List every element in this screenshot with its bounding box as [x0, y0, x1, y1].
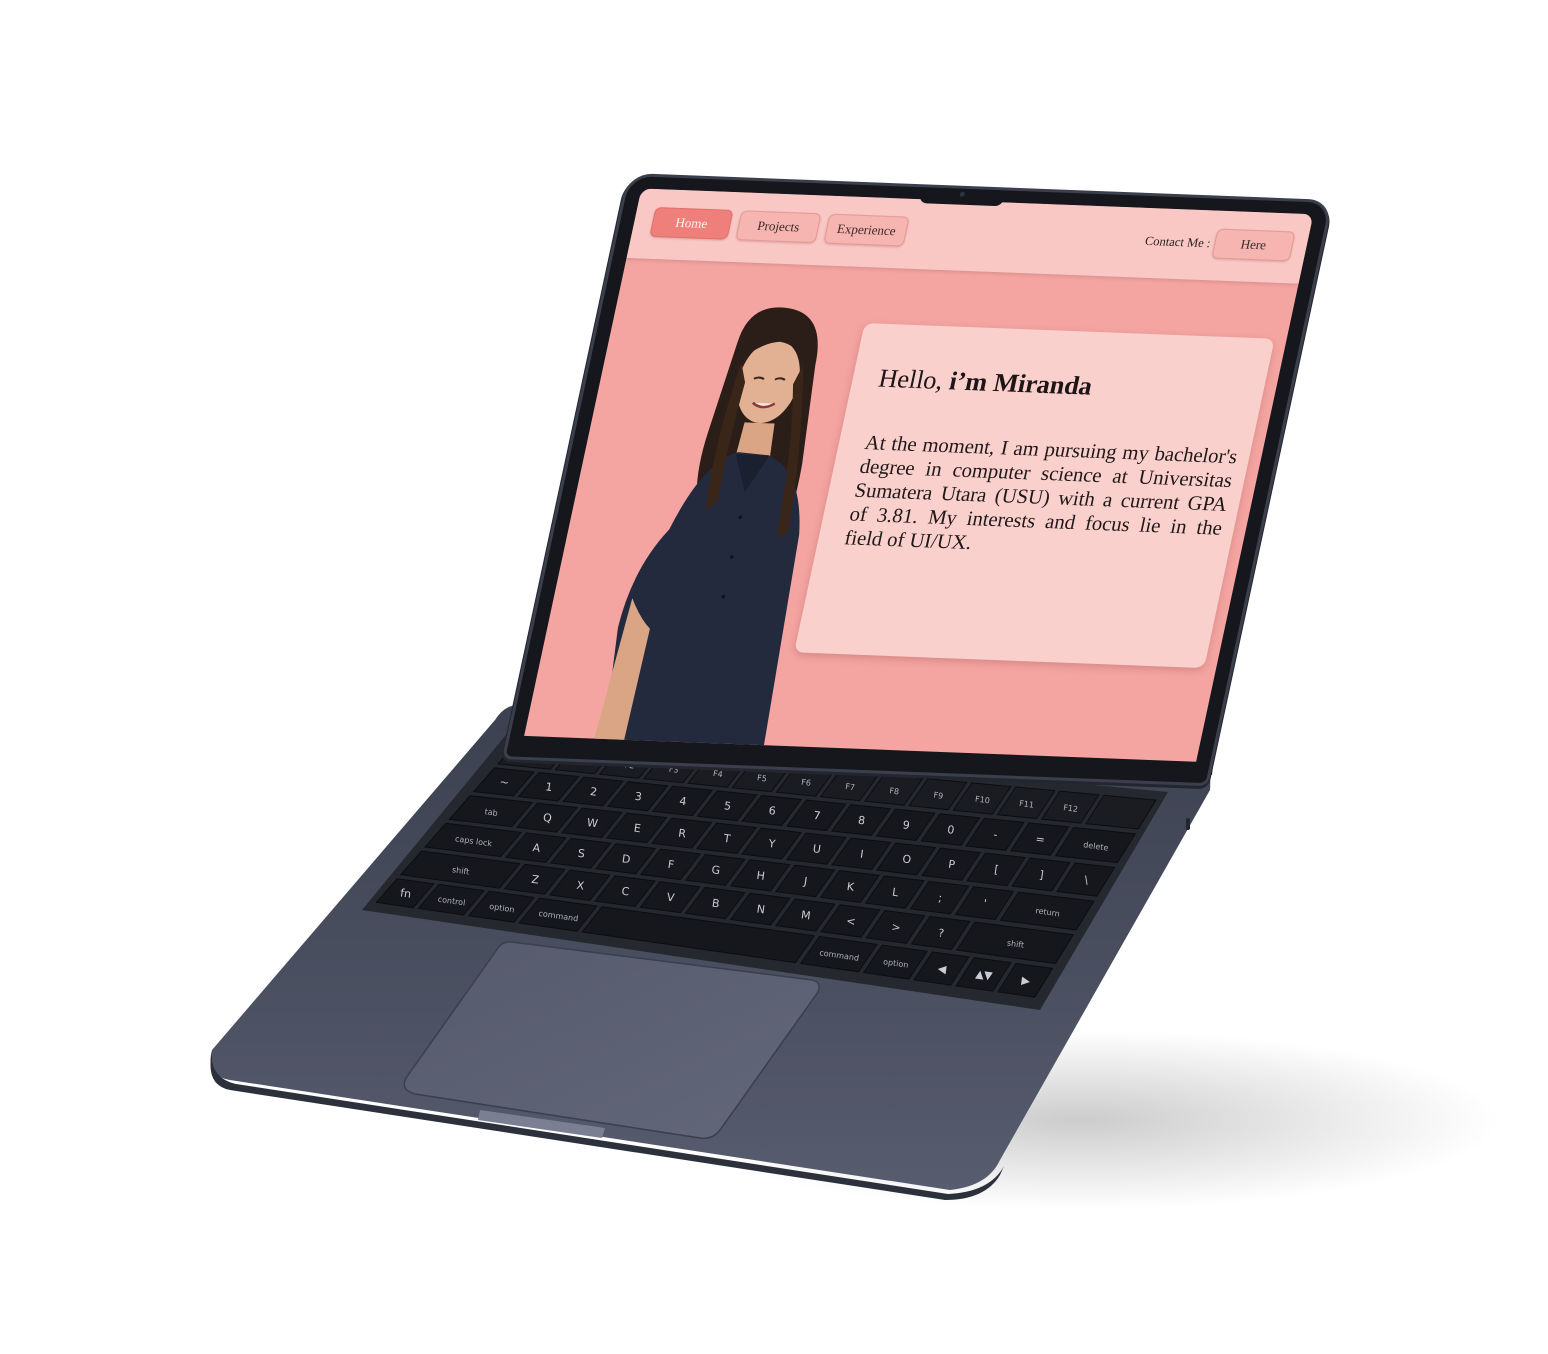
keyboard-key-label: F3 — [668, 765, 679, 775]
keyboard-key-label: ▲▼ — [975, 967, 994, 982]
keyboard-key-label: F8 — [889, 786, 900, 796]
keyboard-key-label: F7 — [845, 782, 856, 792]
screen-bezel: Home Projects Experience Contact Me : He… — [505, 176, 1330, 784]
keyboard-key-label: F4 — [712, 769, 723, 779]
intro-paragraph: At the moment, I am pursuing my bachelor… — [842, 432, 1240, 555]
side-port — [1186, 818, 1190, 830]
keyboard-key-label: > — [891, 920, 902, 934]
nav-projects-button[interactable]: Projects — [735, 210, 822, 244]
keyboard-key-label: < — [846, 914, 857, 928]
intro-hello-prefix: Hello, — [876, 363, 953, 396]
camera-icon — [959, 191, 966, 197]
website-screen: Home Projects Experience Contact Me : He… — [524, 188, 1314, 762]
keyboard-key-label: G — [711, 863, 721, 877]
nav-home-button[interactable]: Home — [649, 206, 734, 240]
keyboard-key-label: F9 — [933, 791, 944, 801]
keyboard-key-label: fn — [399, 886, 412, 900]
keyboard-key-label: F2 — [624, 760, 635, 770]
nav-experience-button[interactable]: Experience — [823, 213, 910, 247]
keyboard-key-label: = — [1035, 832, 1046, 846]
intro-name: i’m Miranda — [946, 366, 1096, 401]
keyboard-key-label: F5 — [757, 773, 768, 783]
intro-card: Hello, i’m Miranda At the moment, I am p… — [794, 323, 1275, 669]
laptop-lid: Home Projects Experience Contact Me : He… — [505, 176, 1330, 784]
keyboard-key-label: tab — [484, 807, 498, 818]
intro-heading: Hello, i’m Miranda — [876, 364, 1095, 402]
keyboard-key-label: ~ — [499, 775, 510, 789]
contact-here-button[interactable]: Here — [1211, 228, 1296, 262]
keyboard-key-label: F6 — [801, 778, 812, 788]
keyboard-key-label: W — [586, 816, 599, 830]
keyboard-key-label: M — [800, 908, 811, 922]
camera-notch — [918, 187, 1006, 207]
keyboard-key-label: D — [621, 852, 631, 866]
contact-label: Contact Me : — [1143, 233, 1212, 251]
laptop-mockup-scene: escF1F2F3F4F5F6F7F8F9F10F11F12~123456789… — [0, 0, 1548, 1354]
